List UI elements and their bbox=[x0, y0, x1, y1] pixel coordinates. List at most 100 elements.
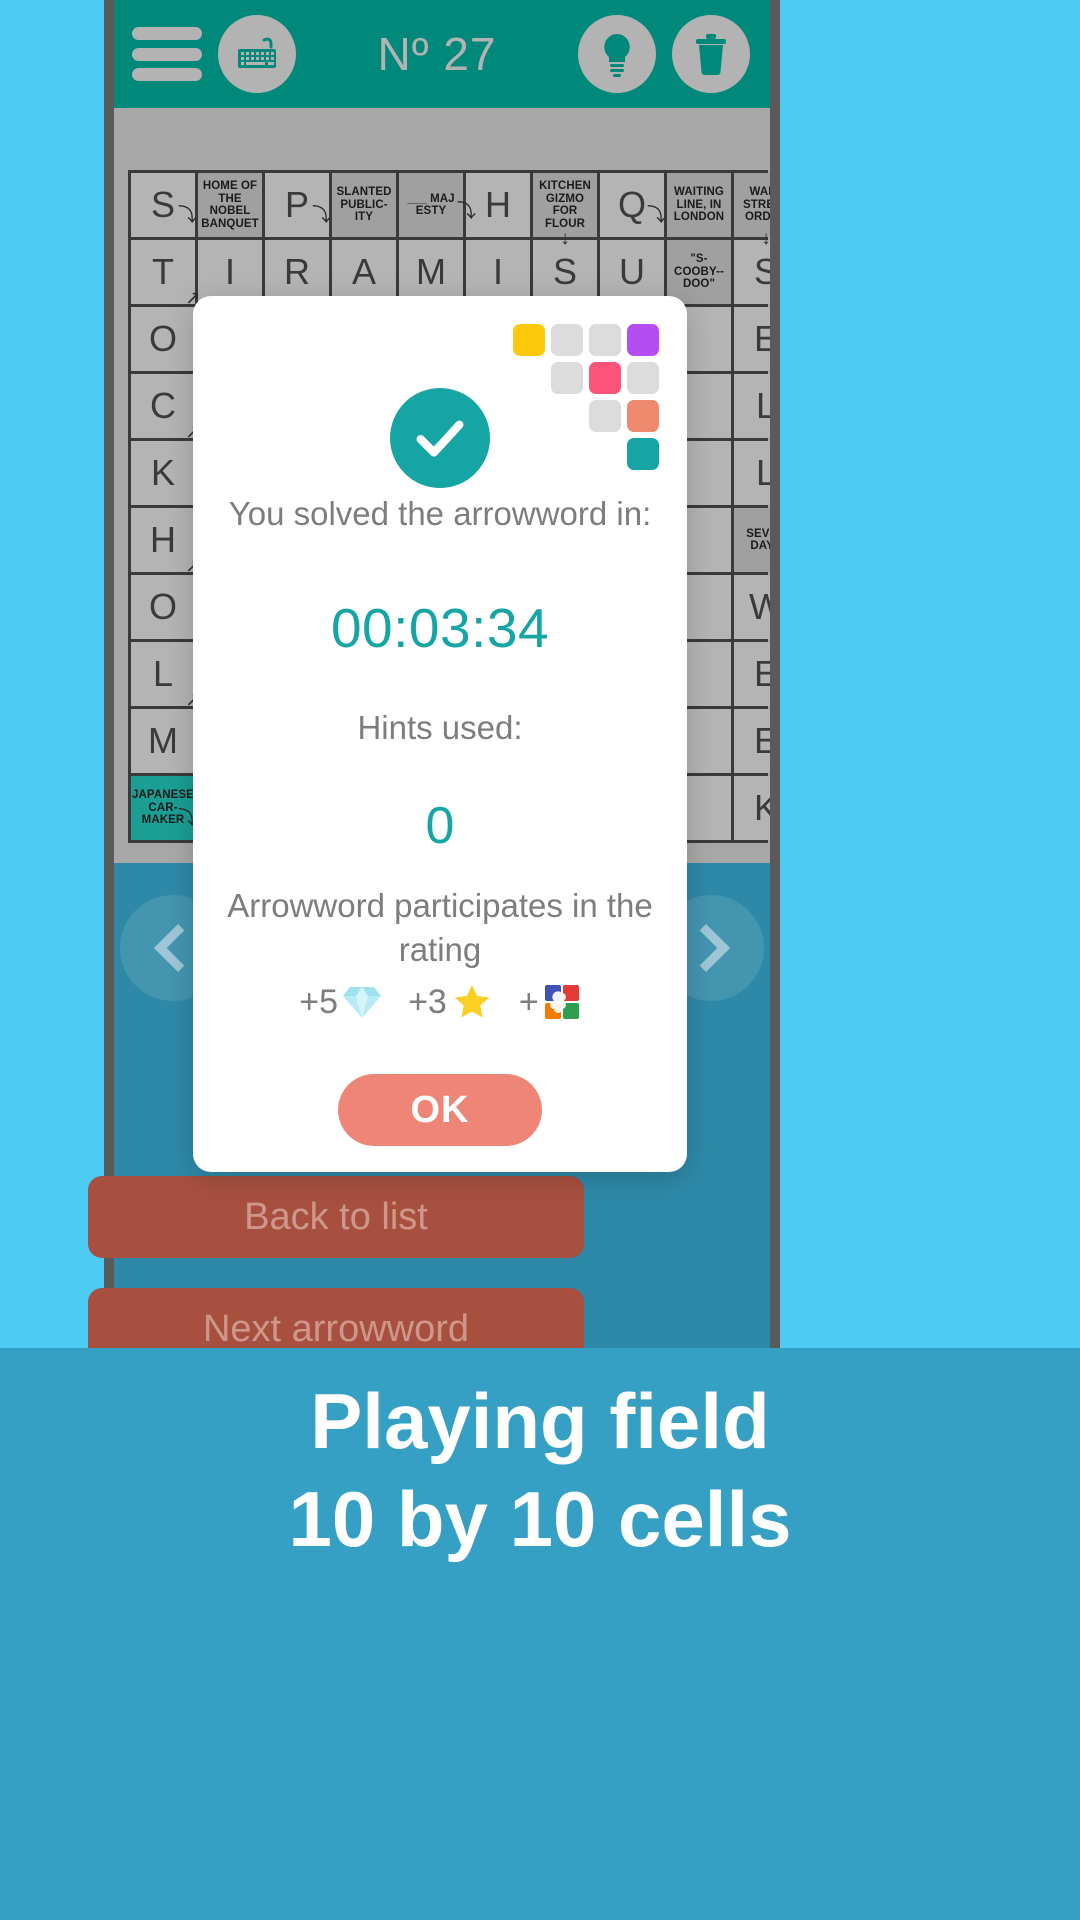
grid-letter-cell[interactable]: I bbox=[466, 240, 530, 304]
grid-letter-cell[interactable]: C↗ bbox=[131, 374, 201, 442]
grid-clue-cell: SLANTED PUBLIC-ITY bbox=[332, 173, 396, 237]
success-badge bbox=[390, 388, 490, 488]
chevron-right-icon bbox=[681, 923, 731, 973]
logo-block bbox=[551, 362, 583, 394]
grid-clue-text: SEVEN DAYS bbox=[746, 527, 770, 553]
logo-block bbox=[589, 400, 621, 432]
grid-letter: S bbox=[552, 251, 577, 292]
reward-star-amount: +3 bbox=[408, 982, 447, 1021]
rewards-row: +5 +3 + bbox=[193, 982, 687, 1022]
back-to-list-button[interactable]: Back to list bbox=[88, 1176, 584, 1258]
trash-icon bbox=[696, 34, 726, 75]
grid-letter-cell[interactable]: K bbox=[734, 776, 770, 840]
hamburger-menu-icon[interactable] bbox=[132, 27, 202, 81]
logo-block bbox=[551, 324, 583, 356]
grid-letter: E bbox=[753, 318, 770, 359]
checkmark-icon bbox=[416, 420, 464, 457]
reward-diamond: +5 bbox=[299, 983, 382, 1022]
grid-letter-cell[interactable]: S ⤵ bbox=[131, 173, 197, 237]
grid-letter: W bbox=[749, 586, 770, 627]
grid-clue-text: ___ MAJ ESTY bbox=[407, 192, 455, 218]
grid-arrow-b-down-icon: ↓ bbox=[761, 228, 770, 249]
ok-button[interactable]: OK bbox=[338, 1074, 542, 1146]
diamond-icon bbox=[343, 987, 382, 1018]
grid-arrow-r-down-icon: ⤵ bbox=[177, 205, 197, 226]
grid-letter: K bbox=[150, 452, 175, 493]
grid-letter: A bbox=[351, 251, 376, 292]
grid-letter-cell[interactable]: E bbox=[734, 709, 770, 773]
grid-clue-text: "S-COOBY--DOO" bbox=[674, 253, 724, 291]
grid-clue-cell: WAITING LINE, IN LONDON bbox=[667, 173, 731, 237]
grid-letter-cell[interactable]: L bbox=[734, 374, 770, 438]
grid-clue-cell: JAPANESE CAR- MAKER ⤵ bbox=[131, 776, 197, 840]
grid-letter-cell[interactable]: L↗ bbox=[131, 642, 201, 710]
grid-letter: K bbox=[753, 787, 770, 828]
grid-clue-cell: ___ MAJ ESTY bbox=[399, 173, 463, 237]
grid-letter: L bbox=[755, 452, 770, 493]
app-header: Nº 27 bbox=[114, 0, 770, 108]
reward-puzzle-amount: + bbox=[518, 982, 539, 1021]
grid-letter-cell[interactable]: M bbox=[131, 709, 195, 773]
grid-letter-cell[interactable]: Q ⤵ bbox=[600, 173, 666, 237]
grid-letter-cell[interactable]: R bbox=[265, 240, 329, 304]
grid-letter: E bbox=[753, 720, 770, 761]
grid-letter: C bbox=[150, 385, 176, 426]
grid-letter-cell[interactable]: P ⤵ bbox=[265, 173, 331, 237]
grid-letter: U bbox=[619, 251, 645, 292]
reward-diamond-amount: +5 bbox=[299, 982, 339, 1021]
clear-button[interactable] bbox=[672, 15, 750, 93]
grid-letter: O bbox=[148, 586, 177, 627]
grid-letter: Q bbox=[617, 184, 646, 225]
grid-letter-cell[interactable]: L bbox=[734, 441, 770, 505]
grid-letter: M bbox=[416, 251, 446, 292]
app-logo-blocks bbox=[513, 324, 661, 472]
grid-arrow-r-down-icon: ⤵ bbox=[646, 205, 666, 226]
hint-button[interactable] bbox=[578, 15, 656, 93]
grid-letter-cell[interactable]: E bbox=[734, 307, 770, 371]
grid-letter-cell[interactable]: T ↗ bbox=[131, 240, 201, 308]
header-actions bbox=[578, 15, 750, 93]
grid-letter: R bbox=[284, 251, 310, 292]
logo-block bbox=[513, 324, 545, 356]
grid-clue-text: KITCHEN GIZMO FOR FLOUR bbox=[539, 180, 591, 230]
grid-letter-cell[interactable]: H↗ bbox=[131, 508, 201, 576]
banner-line-1: Playing field bbox=[310, 1377, 770, 1465]
grid-letter: S bbox=[150, 184, 175, 225]
reward-puzzle: + bbox=[519, 983, 581, 1022]
grid-letter: I bbox=[492, 251, 503, 292]
grid-letter-cell[interactable]: M bbox=[399, 240, 463, 304]
puzzle-solved-dialog: You solved the arrowword in: 00:03:34 Hi… bbox=[193, 296, 687, 1172]
logo-block bbox=[589, 362, 621, 394]
logo-block bbox=[627, 400, 659, 432]
grid-letter: S bbox=[753, 251, 770, 292]
grid-letter: H bbox=[485, 184, 511, 225]
solved-message: You solved the arrowword in: bbox=[228, 495, 652, 532]
grid-letter-cell[interactable]: H ⤵ bbox=[457, 173, 530, 237]
grid-letter-cell[interactable]: U bbox=[600, 240, 664, 304]
puzzle-piece-icon bbox=[544, 985, 579, 1019]
grid-letter: H bbox=[150, 519, 176, 560]
grid-letter-cell[interactable]: E bbox=[734, 642, 770, 706]
grid-letter: E bbox=[753, 653, 770, 694]
grid-arrow-side-down-icon: ⤵ bbox=[457, 201, 477, 222]
grid-letter-cell[interactable]: S ↓ bbox=[533, 229, 597, 304]
grid-letter-cell[interactable]: A bbox=[332, 240, 396, 304]
promo-banner: Playing field 10 by 10 cells bbox=[0, 1348, 1080, 1920]
grid-letter-cell[interactable]: O bbox=[131, 575, 195, 639]
grid-clue-text: HOME OF THE NOBEL BANQUET bbox=[201, 180, 259, 230]
grid-clue-cell: "S-COOBY--DOO" bbox=[667, 240, 731, 304]
keyboard-button[interactable] bbox=[218, 15, 296, 93]
logo-block bbox=[627, 362, 659, 394]
logo-block bbox=[627, 324, 659, 356]
grid-letter: T bbox=[152, 251, 174, 292]
star-icon bbox=[454, 985, 489, 1018]
grid-letter: I bbox=[224, 251, 235, 292]
grid-letter-cell[interactable]: I bbox=[198, 240, 262, 304]
grid-letter-cell[interactable]: O bbox=[131, 307, 195, 371]
grid-letter: L bbox=[755, 385, 770, 426]
grid-letter-cell[interactable]: S ↓ bbox=[734, 229, 770, 304]
grid-arrow-b-down-icon: ↓ bbox=[560, 228, 570, 249]
grid-letter-cell[interactable]: K bbox=[131, 441, 195, 505]
puzzle-number-title: Nº 27 bbox=[377, 28, 497, 80]
grid-letter-cell[interactable]: W bbox=[734, 575, 770, 639]
